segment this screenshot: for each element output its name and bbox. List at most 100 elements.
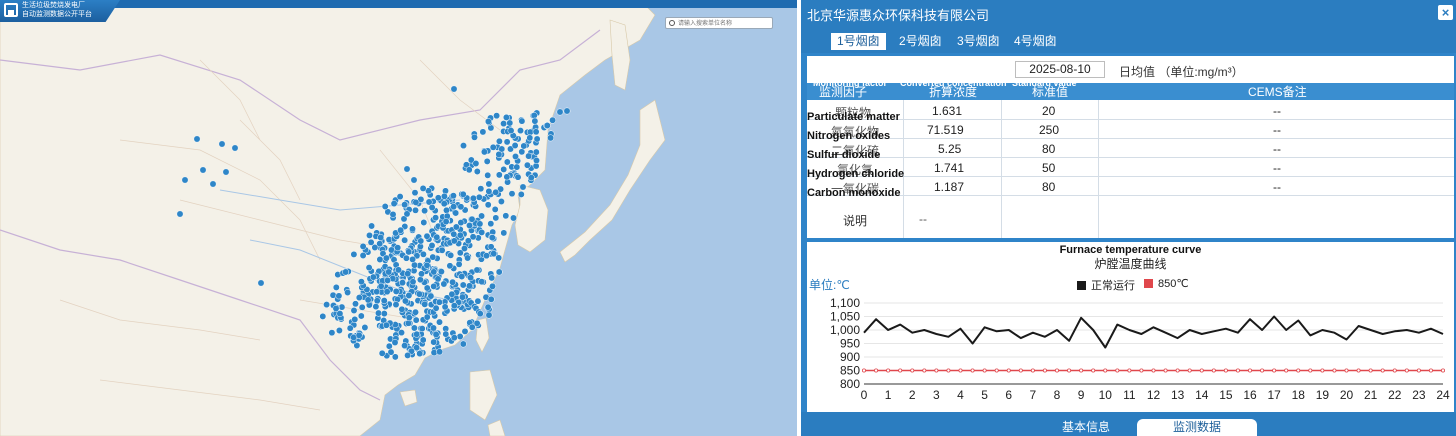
plant-marker[interactable] bbox=[409, 278, 417, 286]
close-icon[interactable]: × bbox=[1438, 5, 1453, 20]
plant-marker[interactable] bbox=[404, 270, 412, 278]
plant-marker[interactable] bbox=[492, 214, 500, 222]
plant-marker[interactable] bbox=[390, 200, 398, 208]
map-search-box[interactable] bbox=[665, 17, 773, 29]
plant-marker[interactable] bbox=[397, 226, 405, 234]
plant-marker[interactable] bbox=[461, 327, 469, 335]
plant-marker[interactable] bbox=[403, 210, 411, 218]
plant-marker[interactable] bbox=[440, 200, 448, 208]
plant-marker[interactable] bbox=[450, 302, 458, 310]
plant-marker[interactable] bbox=[547, 134, 555, 142]
plant-marker[interactable] bbox=[527, 174, 535, 182]
plant-marker[interactable] bbox=[380, 310, 388, 318]
plant-marker[interactable] bbox=[497, 198, 505, 205]
plant-marker[interactable] bbox=[488, 274, 496, 282]
plant-marker[interactable] bbox=[357, 312, 365, 320]
plant-marker[interactable] bbox=[430, 338, 438, 346]
plant-marker[interactable] bbox=[510, 214, 517, 222]
tab-stack-4[interactable]: 4号烟囱 bbox=[1008, 33, 1063, 50]
plant-marker[interactable] bbox=[420, 219, 428, 226]
plant-marker[interactable] bbox=[436, 348, 444, 356]
plant-marker[interactable] bbox=[412, 316, 420, 324]
plant-marker[interactable] bbox=[484, 201, 492, 209]
plant-marker[interactable] bbox=[421, 207, 429, 215]
plant-marker[interactable] bbox=[446, 262, 454, 270]
plant-marker[interactable] bbox=[323, 301, 331, 309]
plant-marker[interactable] bbox=[257, 279, 265, 287]
plant-marker[interactable] bbox=[518, 117, 526, 125]
plant-marker[interactable] bbox=[495, 137, 503, 145]
plant-marker[interactable] bbox=[525, 152, 533, 160]
plant-marker[interactable] bbox=[392, 287, 400, 295]
plant-marker[interactable] bbox=[231, 144, 239, 152]
plant-marker[interactable] bbox=[459, 293, 466, 301]
plant-marker[interactable] bbox=[375, 309, 382, 317]
plant-marker[interactable] bbox=[415, 290, 423, 298]
plant-marker[interactable] bbox=[419, 336, 427, 344]
plant-marker[interactable] bbox=[373, 288, 381, 296]
plant-marker[interactable] bbox=[526, 128, 534, 136]
plant-marker[interactable] bbox=[500, 165, 508, 173]
plant-marker[interactable] bbox=[459, 281, 467, 289]
plant-marker[interactable] bbox=[487, 220, 495, 228]
plant-marker[interactable] bbox=[450, 334, 458, 342]
date-field[interactable]: 2025-08-10 bbox=[1015, 61, 1105, 78]
map-canvas[interactable] bbox=[0, 0, 797, 436]
plant-marker[interactable] bbox=[383, 288, 391, 296]
plant-marker[interactable] bbox=[401, 297, 409, 305]
plant-marker[interactable] bbox=[391, 339, 399, 346]
plant-marker[interactable] bbox=[483, 252, 490, 260]
plant-marker[interactable] bbox=[389, 210, 397, 218]
plant-marker[interactable] bbox=[485, 187, 493, 195]
plant-marker[interactable] bbox=[476, 310, 484, 318]
plant-marker[interactable] bbox=[405, 314, 413, 322]
plant-marker[interactable] bbox=[381, 203, 389, 210]
plant-marker[interactable] bbox=[474, 297, 482, 305]
plant-marker[interactable] bbox=[484, 118, 492, 125]
plant-marker[interactable] bbox=[526, 134, 534, 142]
plant-marker[interactable] bbox=[199, 166, 207, 174]
plant-marker[interactable] bbox=[319, 312, 327, 320]
tab-stack-3[interactable]: 3号烟囱 bbox=[951, 33, 1006, 50]
plant-marker[interactable] bbox=[476, 220, 484, 228]
plant-marker[interactable] bbox=[436, 318, 443, 326]
plant-marker[interactable] bbox=[218, 140, 226, 148]
plant-marker[interactable] bbox=[458, 273, 466, 280]
plant-marker[interactable] bbox=[468, 323, 476, 331]
plant-marker[interactable] bbox=[385, 342, 393, 350]
plant-marker[interactable] bbox=[492, 188, 500, 196]
plant-marker[interactable] bbox=[350, 307, 358, 314]
plant-marker[interactable] bbox=[483, 157, 491, 165]
plant-marker[interactable] bbox=[532, 148, 540, 156]
plant-marker[interactable] bbox=[461, 245, 468, 252]
plant-marker[interactable] bbox=[438, 246, 446, 254]
plant-marker[interactable] bbox=[335, 292, 343, 300]
plant-marker[interactable] bbox=[405, 292, 413, 299]
plant-marker[interactable] bbox=[471, 133, 478, 141]
plant-marker[interactable] bbox=[447, 251, 455, 259]
plant-marker[interactable] bbox=[487, 295, 495, 303]
plant-marker[interactable] bbox=[410, 324, 418, 332]
plant-marker[interactable] bbox=[358, 303, 366, 311]
plant-marker[interactable] bbox=[487, 243, 495, 251]
plant-marker[interactable] bbox=[485, 311, 493, 319]
plant-marker[interactable] bbox=[460, 142, 467, 150]
plant-marker[interactable] bbox=[432, 214, 440, 222]
plant-marker[interactable] bbox=[385, 268, 393, 276]
plant-marker[interactable] bbox=[430, 268, 438, 276]
plant-marker[interactable] bbox=[452, 223, 460, 231]
plant-marker[interactable] bbox=[359, 252, 367, 259]
plant-marker[interactable] bbox=[328, 329, 336, 337]
plant-marker[interactable] bbox=[500, 120, 508, 128]
plant-marker[interactable] bbox=[469, 194, 477, 202]
plant-marker[interactable] bbox=[355, 331, 363, 339]
plant-marker[interactable] bbox=[335, 327, 343, 334]
plant-marker[interactable] bbox=[443, 206, 450, 214]
plant-marker[interactable] bbox=[465, 166, 473, 174]
search-input[interactable] bbox=[678, 19, 770, 28]
plant-marker[interactable] bbox=[511, 142, 519, 149]
plant-marker[interactable] bbox=[449, 192, 457, 200]
plant-marker[interactable] bbox=[404, 351, 412, 359]
plant-marker[interactable] bbox=[502, 212, 510, 220]
plant-marker[interactable] bbox=[456, 231, 464, 239]
